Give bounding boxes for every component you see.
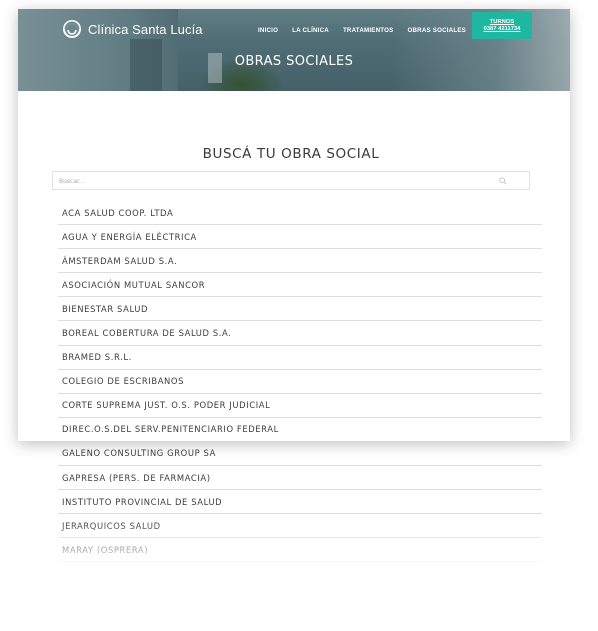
nav-item-inicio[interactable]: INICIO: [258, 25, 278, 37]
list-item-label: GALENO CONSULTING GROUP SA: [62, 448, 216, 459]
list-item-label: AGUA Y ENERGÍA ELÉCTRICA: [62, 231, 197, 242]
list-item-label: BRAMED S.R.L.: [62, 352, 132, 363]
list-item[interactable]: COLEGIO DE ESCRIBANOS: [58, 370, 542, 394]
list-item-label: GAPRESA (PERS. DE FARMACIA): [62, 472, 211, 483]
list-item-label: BOREAL COBERTURA DE SALUD S.A.: [62, 328, 232, 339]
hero-banner: Clínica Santa Lucía INICIO LA CLÍNICA TR…: [18, 9, 570, 91]
search-box: [52, 171, 530, 190]
main-nav: INICIO LA CLÍNICA TRATAMIENTOS OBRAS SOC…: [258, 25, 480, 37]
list-item[interactable]: INSTITUTO PROVINCIAL DE SALUD: [58, 490, 542, 515]
nav-item-tratamientos[interactable]: TRATAMIENTOS: [343, 25, 394, 37]
list-item-label: COLEGIO DE ESCRIBANOS: [62, 376, 185, 387]
list-item[interactable]: MARAY (OSPRERA): [58, 538, 542, 563]
list-item[interactable]: BOREAL COBERTURA DE SALUD S.A.: [58, 321, 542, 346]
list-item[interactable]: ACA SALUD COOP. LTDA: [58, 201, 542, 226]
search-icon[interactable]: [499, 177, 507, 185]
hero-title: OBRAS SOCIALES: [234, 54, 354, 69]
list-item-label: BIENESTAR SALUD: [62, 303, 149, 314]
site-logo[interactable]: Clínica Santa Lucía: [62, 18, 203, 40]
search-input[interactable]: [59, 174, 479, 188]
list-item-label: ASOCIACIÓN MUTUAL SANCOR: [62, 279, 206, 290]
list-item-label: CORTE SUPREMA JUST. O.S. PODER JUDICIAL: [62, 400, 271, 411]
list-item-label: JERARQUICOS SALUD: [62, 520, 161, 531]
list-item-label: DIREC.O.S.DEL SERV.PENITENCIARIO FEDERAL: [62, 424, 279, 435]
turnos-button[interactable]: TURNOS 0387 4211734: [472, 12, 532, 39]
list-item-label: ACA SALUD COOP. LTDA: [62, 207, 174, 218]
turnos-phone: 0387 4211734: [483, 25, 521, 32]
obras-sociales-list: ACA SALUD COOP. LTDA AGUA Y ENERGÍA ELÉC…: [58, 201, 542, 563]
list-item[interactable]: DIREC.O.S.DEL SERV.PENITENCIARIO FEDERAL: [58, 418, 542, 442]
list-item[interactable]: BRAMED S.R.L.: [58, 346, 542, 370]
list-item[interactable]: ASOCIACIÓN MUTUAL SANCOR: [58, 273, 542, 298]
nav-item-obras-sociales[interactable]: OBRAS SOCIALES: [407, 25, 466, 37]
list-item[interactable]: BIENESTAR SALUD: [58, 297, 542, 322]
nav-item-la-clinica[interactable]: LA CLÍNICA: [292, 25, 329, 37]
list-item[interactable]: ÁMSTERDAM SALUD S.A.: [58, 249, 542, 274]
list-item[interactable]: GAPRESA (PERS. DE FARMACIA): [58, 466, 542, 491]
section-title: BUSCÁ TU OBRA SOCIAL: [202, 146, 380, 162]
list-item[interactable]: JERARQUICOS SALUD: [58, 514, 542, 539]
turnos-label: TURNOS: [489, 18, 515, 25]
list-item[interactable]: CORTE SUPREMA JUST. O.S. PODER JUDICIAL: [58, 394, 542, 418]
list-item-label: INSTITUTO PROVINCIAL DE SALUD: [62, 496, 223, 507]
list-item[interactable]: AGUA Y ENERGÍA ELÉCTRICA: [58, 225, 542, 250]
list-item-label: MARAY (OSPRERA): [62, 544, 149, 555]
logo-text: Clínica Santa Lucía: [88, 21, 203, 37]
list-item-label: ÁMSTERDAM SALUD S.A.: [62, 255, 178, 266]
list-item[interactable]: GALENO CONSULTING GROUP SA: [58, 442, 542, 467]
logo-mark-icon: [63, 20, 81, 38]
